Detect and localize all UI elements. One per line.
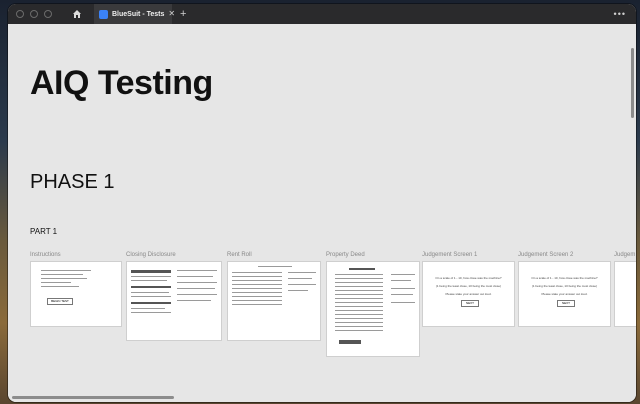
tab-title: BlueSuit - Tests bbox=[112, 10, 165, 18]
card-thumbnail: On a scale of 1 - 10, how close was the … bbox=[422, 261, 515, 327]
minimize-window-button[interactable] bbox=[30, 10, 38, 18]
card-rent-roll[interactable]: Rent Roll bbox=[227, 252, 321, 341]
card-thumbnail: On a scale of 1 - 10, how close was the … bbox=[518, 261, 611, 327]
card-closing-disclosure[interactable]: Closing Disclosure bbox=[126, 252, 222, 341]
phase-heading: PHASE 1 bbox=[30, 171, 115, 193]
close-window-button[interactable] bbox=[16, 10, 24, 18]
card-label: Rent Roll bbox=[227, 252, 252, 258]
more-icon[interactable]: ••• bbox=[614, 9, 626, 19]
next-button: NEXT bbox=[557, 300, 575, 307]
judgement-question: On a scale of 1 - 10, how close was the … bbox=[435, 276, 502, 280]
card-property-deed[interactable]: Property Deed bbox=[326, 252, 420, 357]
card-judgement-screen-1[interactable]: Judgement Screen 1 On a scale of 1 - 10,… bbox=[422, 252, 515, 327]
plus-icon[interactable]: + bbox=[180, 8, 186, 20]
vertical-scrollbar[interactable] bbox=[631, 48, 634, 118]
part-heading: PART 1 bbox=[30, 227, 58, 236]
card-thumbnail bbox=[326, 261, 420, 357]
judgement-note: Please state your answer out loud. bbox=[541, 292, 588, 296]
judgement-hint: (1 being the least close, 10 being the m… bbox=[531, 284, 598, 288]
begin-test-button: BEGIN TEST bbox=[47, 298, 73, 305]
card-label: Property Deed bbox=[326, 252, 365, 258]
zoom-window-button[interactable] bbox=[44, 10, 52, 18]
next-button: NEXT bbox=[461, 300, 479, 307]
close-icon[interactable]: ✕ bbox=[168, 10, 175, 18]
card-label: Judgem bbox=[614, 252, 636, 258]
card-instructions[interactable]: Instructions BEGIN TEST bbox=[30, 252, 122, 327]
title-bar: BlueSuit - Tests ✕ + ••• bbox=[8, 4, 636, 24]
page-content: AIQ Testing PHASE 1 PART 1 Instructions … bbox=[8, 24, 636, 402]
judgement-hint: (1 being the least close, 10 being the m… bbox=[435, 284, 502, 288]
card-thumbnail bbox=[614, 261, 636, 327]
horizontal-scrollbar[interactable] bbox=[12, 396, 174, 399]
browser-window: BlueSuit - Tests ✕ + ••• AIQ Testing PHA… bbox=[8, 4, 636, 402]
page-title: AIQ Testing bbox=[30, 64, 213, 102]
card-label: Closing Disclosure bbox=[126, 252, 176, 258]
card-thumbnail: BEGIN TEST bbox=[30, 261, 122, 327]
judgement-question: On a scale of 1 - 10, how close was the … bbox=[531, 276, 598, 280]
card-label: Judgement Screen 2 bbox=[518, 252, 574, 258]
card-judgement-partial[interactable]: Judgem bbox=[614, 252, 636, 327]
card-judgement-screen-2[interactable]: Judgement Screen 2 On a scale of 1 - 10,… bbox=[518, 252, 611, 327]
judgement-note: Please state your answer out loud. bbox=[445, 292, 492, 296]
card-label: Judgement Screen 1 bbox=[422, 252, 478, 258]
window-controls bbox=[16, 10, 52, 18]
home-icon[interactable] bbox=[70, 7, 84, 21]
card-label: Instructions bbox=[30, 252, 61, 258]
tab-bluesuit-tests[interactable]: BlueSuit - Tests ✕ bbox=[94, 4, 175, 24]
card-thumbnail bbox=[126, 261, 222, 341]
card-thumbnail bbox=[227, 261, 321, 341]
tab-favicon-icon bbox=[99, 9, 108, 19]
